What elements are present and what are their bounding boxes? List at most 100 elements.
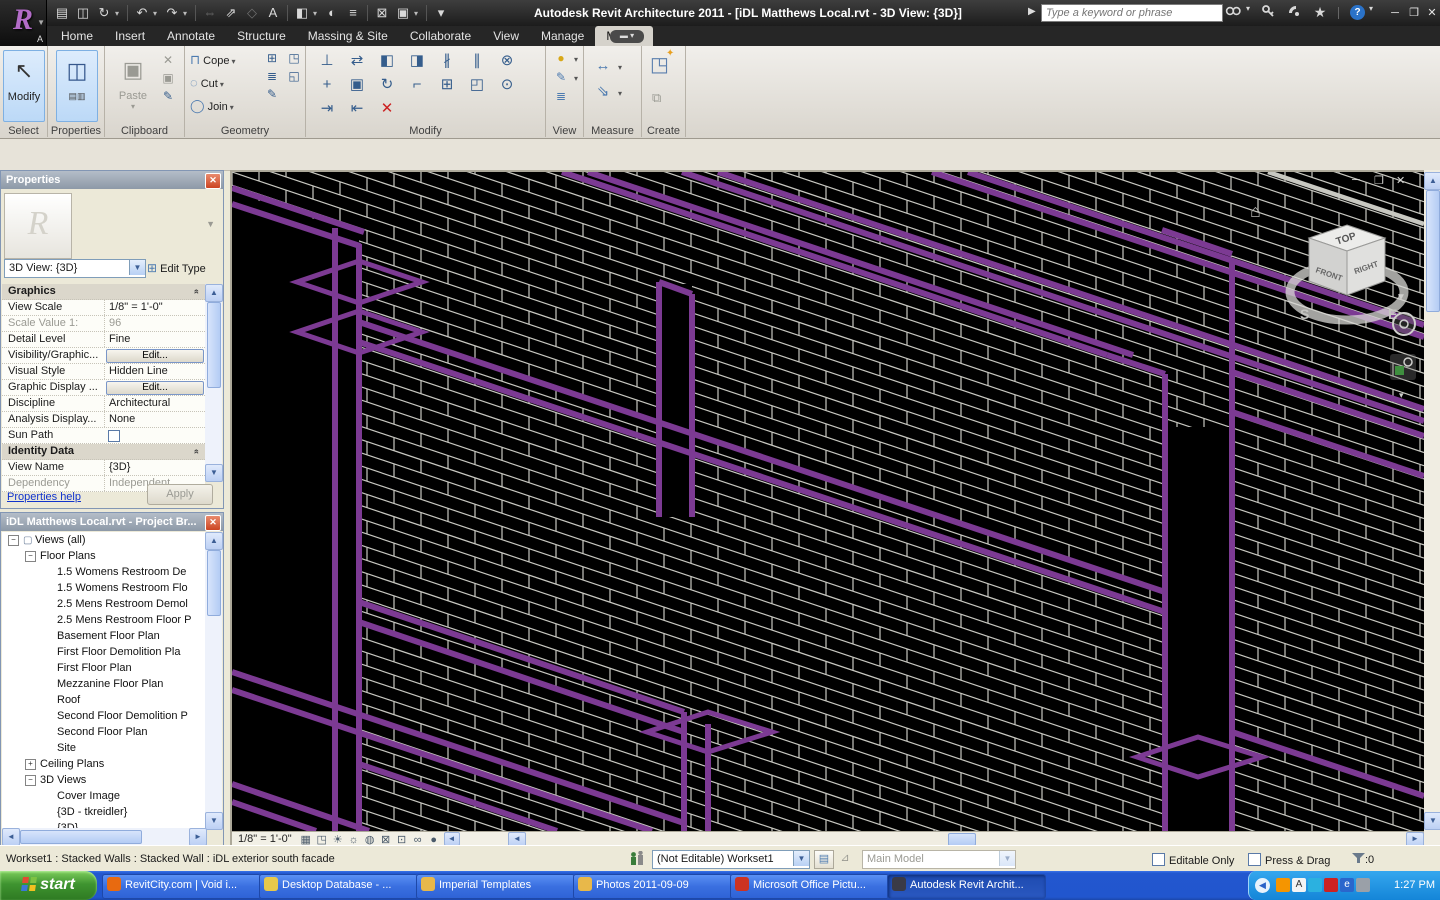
property-row-visibility-graphic-[interactable]: Visibility/Graphic... Edit... xyxy=(2,348,205,364)
view-scale-button[interactable]: 1/8" = 1'-0" xyxy=(238,833,292,845)
help-dropdown-icon[interactable]: ▾ xyxy=(1367,4,1375,22)
property-row-view-name[interactable]: View Name {3D} xyxy=(2,460,205,476)
tab-massing-site[interactable]: Massing & Site xyxy=(297,26,399,46)
task-button-photos-2011-09-09[interactable]: Photos 2011-09-09 xyxy=(573,874,732,899)
scroll-down-icon[interactable]: ▼ xyxy=(1424,812,1440,830)
collapse-icon[interactable]: − xyxy=(25,774,36,786)
worksets-icon[interactable] xyxy=(630,850,646,867)
properties-palette-button[interactable]: ◫ ▤▥ xyxy=(56,50,98,122)
property-row-scale-value-1-[interactable]: Scale Value 1: 96 xyxy=(2,316,205,332)
favorites-star-icon[interactable]: ★ xyxy=(1310,4,1330,22)
scale-icon[interactable]: ◰ xyxy=(462,73,492,97)
tree-item-views-all-[interactable]: − ▢ Views (all) xyxy=(2,532,205,548)
tab-home[interactable]: Home xyxy=(50,26,104,46)
split-element-icon[interactable]: ∦ xyxy=(432,49,462,73)
edit-button[interactable]: Edit... xyxy=(106,349,204,363)
3d-view-canvas[interactable]: S E TOP FRONT RIGHT ⌂ ▼ ▾ xyxy=(232,172,1424,831)
sync-with-central-icon[interactable]: ↻ xyxy=(94,4,114,22)
tree-item-cover-image[interactable]: Cover Image xyxy=(2,788,205,804)
cope-button[interactable]: ⊓ Cope ▾ xyxy=(190,49,235,71)
search-icon[interactable] xyxy=(1222,4,1244,22)
tree-item-mezzanine-floor-plan[interactable]: Mezzanine Floor Plan xyxy=(2,676,205,692)
align-icon[interactable]: ⊥ xyxy=(312,49,342,73)
browser-hscrollbar[interactable]: ◄ ► xyxy=(2,828,207,846)
hide-in-view-icon[interactable]: ● ▾ xyxy=(550,49,578,68)
apply-coping-icon[interactable]: ◳ xyxy=(283,49,305,67)
scroll-up-icon[interactable]: ▲ xyxy=(205,284,223,302)
tree-item-2-5-mens-restroom-demol[interactable]: 2.5 Mens Restroom Demol xyxy=(2,596,205,612)
scroll-right-icon[interactable]: ► xyxy=(189,828,207,846)
edit-button[interactable]: Edit... xyxy=(106,381,204,395)
tree-item-first-floor-plan[interactable]: First Floor Plan xyxy=(2,660,205,676)
tag-icon[interactable]: ◇ xyxy=(242,4,262,22)
expand-icon[interactable]: + xyxy=(25,758,36,770)
detail-level-icon[interactable]: ▦ xyxy=(298,833,314,846)
default-3d-view-icon[interactable]: ◧ xyxy=(292,4,312,22)
collapse-section-icon[interactable]: « xyxy=(189,449,204,454)
switch-windows-icon-dropdown[interactable]: ▾ xyxy=(414,9,422,18)
task-button-autodesk-revit-archit-[interactable]: Autodesk Revit Archit... xyxy=(887,874,1046,899)
redo-icon[interactable]: ↷ xyxy=(162,4,182,22)
sun-path-checkbox[interactable] xyxy=(108,430,120,442)
thin-lines-icon[interactable]: ≡ xyxy=(343,4,363,22)
scrollbar-thumb[interactable] xyxy=(20,830,142,844)
property-section-graphics[interactable]: Graphics « xyxy=(2,284,205,300)
match-type-icon[interactable]: ✎ xyxy=(157,87,179,105)
default-3d-view-icon-dropdown[interactable]: ▾ xyxy=(313,9,321,18)
scroll-left-icon[interactable]: ◄ xyxy=(2,828,20,846)
dimension-icon[interactable]: ⇘ ▾ xyxy=(590,80,622,106)
create-group-icon[interactable]: ◳ ✦ xyxy=(650,48,674,77)
tab-manage[interactable]: Manage xyxy=(530,26,595,46)
trim-corner-icon[interactable]: ⌐ xyxy=(402,73,432,97)
tab-annotate[interactable]: Annotate xyxy=(156,26,226,46)
tray-icon-5[interactable]: e xyxy=(1340,878,1354,892)
delete-element-icon[interactable]: ✕ xyxy=(372,97,402,121)
tree-item-floor-plans[interactable]: − Floor Plans xyxy=(2,548,205,564)
press-drag-box-icon[interactable] xyxy=(1248,853,1261,866)
edit-type-button[interactable]: ⊞ Edit Type xyxy=(147,261,206,275)
search-dropdown-icon[interactable]: ▾ xyxy=(1244,4,1252,22)
tab-insert[interactable]: Insert xyxy=(104,26,156,46)
move-icon[interactable]: + xyxy=(312,73,342,97)
viewport-hscrollbar[interactable]: ◄ ► xyxy=(508,831,1424,847)
pin-icon[interactable]: ⊙ xyxy=(492,73,522,97)
temporary-hide-isolate-icon[interactable]: ● xyxy=(426,834,442,846)
close-button[interactable]: ✕ xyxy=(1423,5,1440,21)
undo-icon-dropdown[interactable]: ▾ xyxy=(153,9,161,18)
copy-icon[interactable]: ▣ xyxy=(157,69,179,87)
editable-only-checkbox[interactable]: Editable Only xyxy=(1152,853,1234,867)
shadows-off-icon[interactable]: ☼ xyxy=(346,834,362,846)
project-browser-close-icon[interactable]: ✕ xyxy=(205,515,221,531)
properties-help-link[interactable]: Properties help xyxy=(7,491,81,503)
editable-only-box-icon[interactable] xyxy=(1152,853,1165,866)
sync-with-central-icon-dropdown[interactable]: ▾ xyxy=(115,9,123,18)
wall-joins-icon[interactable]: ⊞ xyxy=(261,49,283,67)
task-button-imperial-templates[interactable]: Imperial Templates xyxy=(416,874,575,899)
type-selector-arrow-icon[interactable]: ▼ xyxy=(129,260,145,275)
tree-item-site[interactable]: Site xyxy=(2,740,205,756)
properties-palette-header[interactable]: Properties ✕ xyxy=(1,171,223,189)
tree-item-basement-floor-plan[interactable]: Basement Floor Plan xyxy=(2,628,205,644)
tab-structure[interactable]: Structure xyxy=(226,26,297,46)
design-options-icon[interactable]: ⊿ xyxy=(836,850,854,867)
close-hidden-windows-icon[interactable]: ⊠ xyxy=(372,4,392,22)
tray-icon-3[interactable] xyxy=(1308,878,1322,892)
show-crop-icon[interactable]: ⊡ xyxy=(394,833,410,846)
tree-item-second-floor-demolition-p[interactable]: Second Floor Demolition P xyxy=(2,708,205,724)
property-row-analysis-display-[interactable]: Analysis Display... None xyxy=(2,412,205,428)
join-button[interactable]: ◯ Join ▾ xyxy=(190,95,234,117)
scrollbar-thumb[interactable] xyxy=(207,550,221,616)
application-menu-button[interactable]: R ▼ A xyxy=(0,0,47,46)
save-icon[interactable]: ◫ xyxy=(73,4,93,22)
paste-button[interactable]: ▣ Paste ▾ xyxy=(113,50,153,120)
measure-icon[interactable]: ⇗ xyxy=(221,4,241,22)
design-option-dropdown[interactable]: Main Model ▼ xyxy=(862,850,1016,869)
delete-icon[interactable]: ✕ xyxy=(157,51,179,69)
text-icon[interactable]: A xyxy=(263,4,283,22)
active-workset-dropdown[interactable]: (Not Editable) Workset1 ▼ xyxy=(652,850,810,869)
tree-item-2-5-mens-restroom-floor-p[interactable]: 2.5 Mens Restroom Floor P xyxy=(2,612,205,628)
tray-collapse-icon[interactable]: ◀ xyxy=(1255,878,1270,893)
infocenter-search-input[interactable] xyxy=(1041,4,1223,22)
open-icon[interactable]: ▤ xyxy=(52,4,72,22)
collapse-icon[interactable]: − xyxy=(25,550,36,562)
